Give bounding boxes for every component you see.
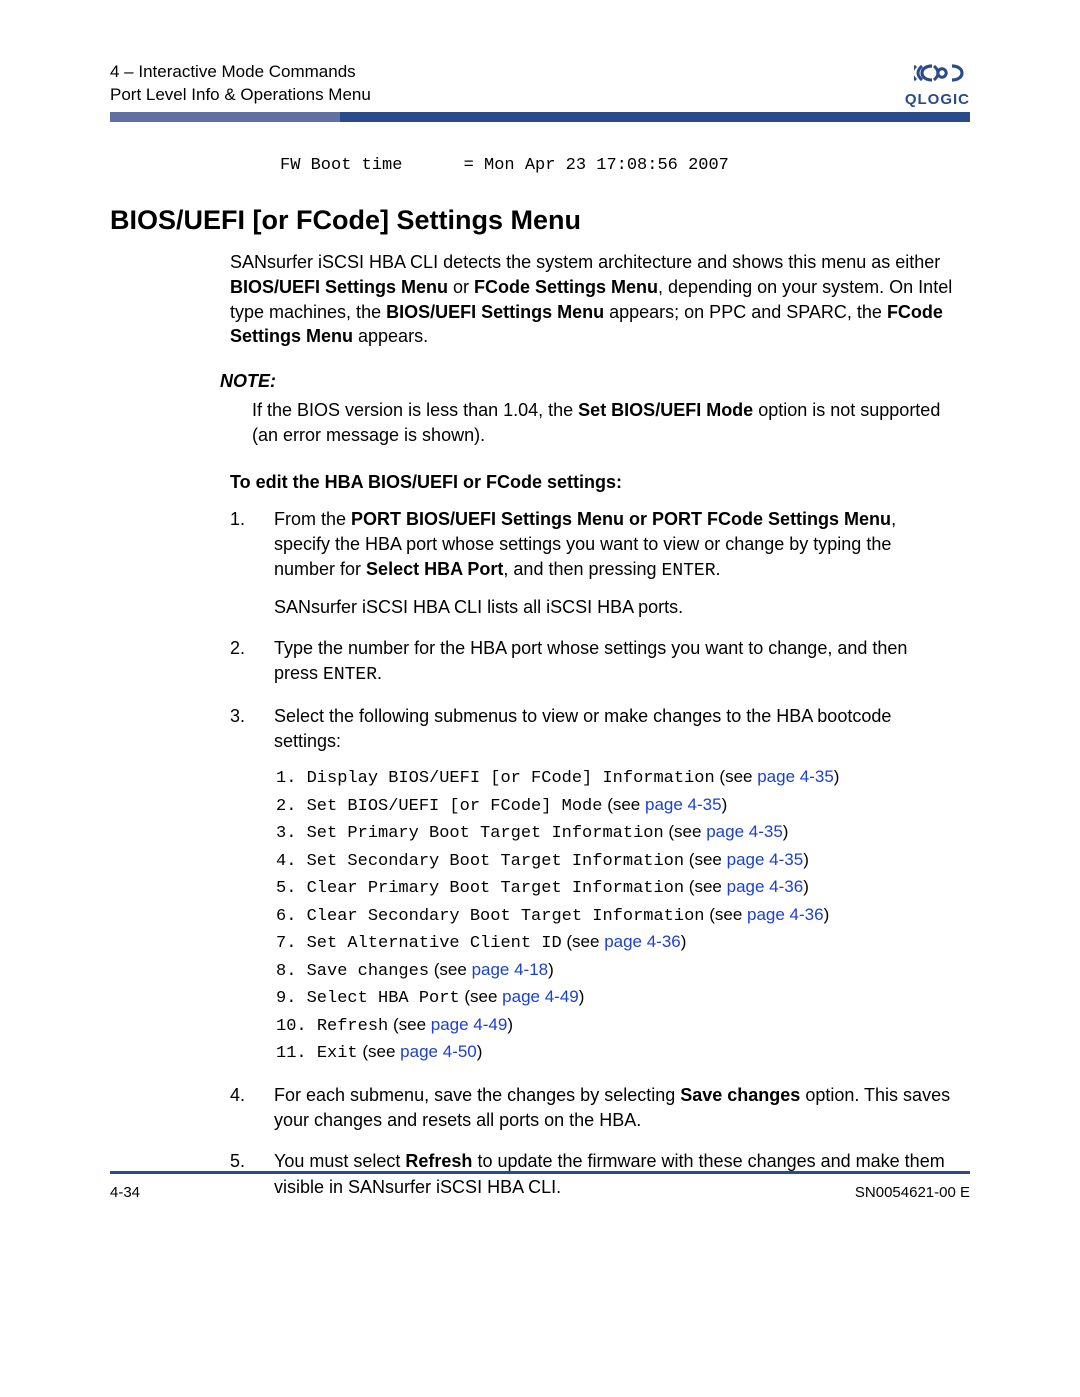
page-link[interactable]: page 4-36 bbox=[604, 932, 681, 951]
submenu-item: 8. Save changes (see page 4-18) bbox=[276, 957, 955, 985]
header-section: Port Level Info & Operations Menu bbox=[110, 84, 371, 107]
page-title: BIOS/UEFI [or FCode] Settings Menu bbox=[110, 205, 955, 236]
page-link[interactable]: page 4-35 bbox=[727, 850, 804, 869]
procedure-heading: To edit the HBA BIOS/UEFI or FCode setti… bbox=[230, 472, 955, 493]
page-link[interactable]: page 4-36 bbox=[747, 905, 824, 924]
note-body: If the BIOS version is less than 1.04, t… bbox=[252, 398, 955, 448]
header-text: 4 – Interactive Mode Commands Port Level… bbox=[110, 61, 371, 107]
submenu-item: 3. Set Primary Boot Target Information (… bbox=[276, 819, 955, 847]
submenu-list: 1. Display BIOS/UEFI [or FCode] Informat… bbox=[276, 764, 955, 1067]
footer-rule bbox=[110, 1171, 970, 1174]
header-rule bbox=[110, 112, 970, 122]
submenu-item: 1. Display BIOS/UEFI [or FCode] Informat… bbox=[276, 764, 955, 792]
doc-number: SN0054621-00 E bbox=[855, 1184, 970, 1201]
submenu-item: 7. Set Alternative Client ID (see page 4… bbox=[276, 929, 955, 957]
page-link[interactable]: page 4-35 bbox=[706, 822, 783, 841]
page-link[interactable]: page 4-35 bbox=[757, 767, 834, 786]
submenu-item: 11. Exit (see page 4-50) bbox=[276, 1039, 955, 1067]
submenu-item: 5. Clear Primary Boot Target Information… bbox=[276, 874, 955, 902]
logo-text: QLOGIC bbox=[905, 91, 970, 108]
note-label: NOTE: bbox=[220, 371, 955, 392]
step-4: 4. For each submenu, save the changes by… bbox=[230, 1083, 955, 1133]
submenu-item: 2. Set BIOS/UEFI [or FCode] Mode (see pa… bbox=[276, 792, 955, 820]
page-link[interactable]: page 4-49 bbox=[431, 1015, 508, 1034]
page-link[interactable]: page 4-18 bbox=[472, 960, 549, 979]
logo: QLOGIC bbox=[905, 60, 970, 108]
page-header: 4 – Interactive Mode Commands Port Level… bbox=[110, 60, 970, 108]
header-chapter: 4 – Interactive Mode Commands bbox=[110, 61, 371, 84]
fw-boot-line: FW Boot time = Mon Apr 23 17:08:56 2007 bbox=[280, 156, 955, 175]
step-3: 3. Select the following submenus to view… bbox=[230, 704, 955, 1067]
page-footer: 4-34 SN0054621-00 E bbox=[110, 1184, 970, 1201]
submenu-item: 9. Select HBA Port (see page 4-49) bbox=[276, 984, 955, 1012]
page-number: 4-34 bbox=[110, 1184, 140, 1201]
step-1: 1. From the PORT BIOS/UEFI Settings Menu… bbox=[230, 507, 955, 620]
page-link[interactable]: page 4-35 bbox=[645, 795, 722, 814]
page-link[interactable]: page 4-36 bbox=[727, 877, 804, 896]
step-list: 1. From the PORT BIOS/UEFI Settings Menu… bbox=[230, 507, 955, 1200]
step-2: 2. Type the number for the HBA port whos… bbox=[230, 636, 955, 688]
page-link[interactable]: page 4-49 bbox=[502, 987, 579, 1006]
submenu-item: 4. Set Secondary Boot Target Information… bbox=[276, 847, 955, 875]
qlogic-glyph-icon bbox=[914, 60, 970, 86]
submenu-item: 10. Refresh (see page 4-49) bbox=[276, 1012, 955, 1040]
intro-paragraph: SANsurfer iSCSI HBA CLI detects the syst… bbox=[230, 250, 955, 349]
page-link[interactable]: page 4-50 bbox=[400, 1042, 477, 1061]
submenu-item: 6. Clear Secondary Boot Target Informati… bbox=[276, 902, 955, 930]
